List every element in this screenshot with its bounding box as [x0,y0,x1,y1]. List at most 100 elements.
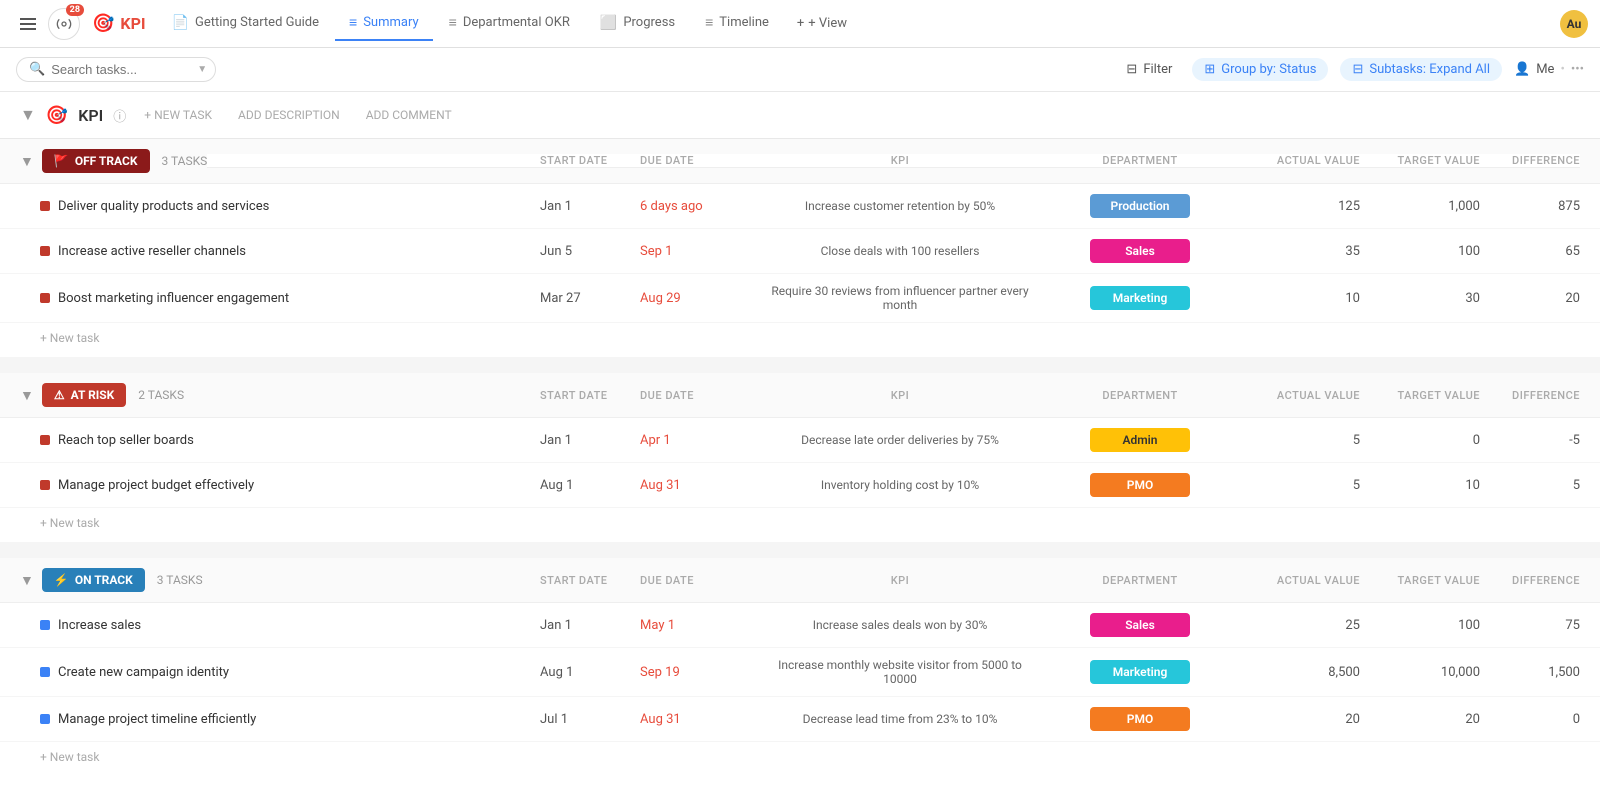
doc-icon: 📄 [172,15,189,31]
task-kpi: Increase customer retention by 50% [760,199,1040,213]
table-row: Manage project budget effectively Aug 1 … [0,463,1600,508]
task-actual-value: 10 [1240,291,1360,306]
nav-tabs: 📄 Getting Started Guide ≡ Summary ≡ Depa… [158,6,1556,41]
task-actual-value: 25 [1240,618,1360,633]
task-name[interactable]: Increase sales [40,618,540,633]
group-by-button[interactable]: ⊞ Group by: Status [1192,58,1328,81]
dept-badge[interactable]: Sales [1090,239,1190,263]
task-target-value: 20 [1360,712,1480,727]
task-dot-icon [40,480,50,490]
task-name[interactable]: Reach top seller boards [40,433,540,448]
filter-button[interactable]: ⊟ Filter [1118,58,1180,81]
difference-header3: DIFFERENCE [1480,574,1580,587]
target-icon: 🎯 [92,13,114,34]
dept-badge[interactable]: Sales [1090,613,1190,637]
task-department: PMO [1040,707,1240,731]
tab-progress[interactable]: ⬜ Progress [586,7,689,41]
section-at-risk: ▼ ⚠ AT RISK 2 TASKS START DATE DUE DATE … [0,373,1600,538]
task-start-date: Jan 1 [540,199,640,214]
info-icon[interactable]: ⓘ [113,106,126,125]
app-title: KPI [120,14,145,33]
task-kpi: Inventory holding cost by 10% [760,478,1040,492]
target-value-header: TARGET VALUE [1360,154,1480,167]
dept-badge[interactable]: PMO [1090,707,1190,731]
on-track-badge[interactable]: ⚡ ON TRACK [42,568,145,592]
lightning-icon: ⚡ [54,573,69,587]
tab-departmental-okr-label: Departmental OKR [463,15,570,30]
task-difference: 0 [1480,712,1580,727]
add-description-button[interactable]: ADD DESCRIPTION [230,104,348,126]
add-view-label: + View [808,16,847,31]
kpi-header3: KPI [760,574,1040,587]
task-name[interactable]: Deliver quality products and services [40,199,540,214]
task-start-date: Jun 5 [540,244,640,259]
dept-badge[interactable]: Admin [1090,428,1190,452]
task-actual-value: 5 [1240,433,1360,448]
task-difference: 75 [1480,618,1580,633]
project-collapse-button[interactable]: ▼ [20,105,36,125]
task-actual-value: 5 [1240,478,1360,493]
due-date-header3: DUE DATE [640,574,760,587]
task-difference: 1,500 [1480,665,1580,680]
tab-departmental-okr[interactable]: ≡ Departmental OKR [435,6,584,41]
task-difference: -5 [1480,433,1580,448]
task-target-value: 0 [1360,433,1480,448]
dept-badge[interactable]: PMO [1090,473,1190,497]
difference-header2: DIFFERENCE [1480,389,1580,402]
search-input[interactable] [51,62,191,77]
task-difference: 65 [1480,244,1580,259]
target-value-header3: TARGET VALUE [1360,574,1480,587]
department-header: DEPARTMENT [1040,154,1240,167]
warning-icon: ⚠ [54,388,65,402]
task-dot-icon [40,714,50,724]
add-view-button[interactable]: + + View [785,8,859,39]
off-track-label: OFF TRACK [75,154,138,168]
add-comment-button[interactable]: ADD COMMENT [358,104,460,126]
dept-badge[interactable]: Marketing [1090,660,1190,684]
notification-badge[interactable]: 28 [48,8,80,40]
task-name[interactable]: Boost marketing influencer engagement [40,291,540,306]
new-task-row[interactable]: + New task [0,508,1600,538]
on-track-collapse[interactable]: ▼ [20,572,34,589]
at-risk-badge[interactable]: ⚠ AT RISK [42,383,126,407]
new-task-row[interactable]: + New task [0,742,1600,772]
dept-badge[interactable]: Marketing [1090,286,1190,310]
tab-getting-started[interactable]: 📄 Getting Started Guide [158,7,333,41]
section-divider [0,357,1600,373]
task-name[interactable]: Manage project timeline efficiently [40,712,540,727]
task-due-date: Sep 19 [640,665,760,680]
subtasks-button[interactable]: ⊟ Subtasks: Expand All [1340,58,1502,81]
task-name[interactable]: Manage project budget effectively [40,478,540,493]
task-start-date: Jul 1 [540,712,640,727]
task-start-date: Aug 1 [540,665,640,680]
project-logo-icon: 🎯 [46,105,68,126]
task-due-date: 6 days ago [640,199,760,214]
task-name[interactable]: Increase active reseller channels [40,244,540,259]
kpi-header2: KPI [760,389,1040,402]
off-track-collapse[interactable]: ▼ [20,153,34,170]
kpi-header: KPI [760,154,1040,167]
table-row: Boost marketing influencer engagement Ma… [0,274,1600,323]
hamburger-menu[interactable] [12,10,44,38]
avatar[interactable]: Au [1560,10,1588,38]
dept-badge[interactable]: Production [1090,194,1190,218]
task-target-value: 1,000 [1360,199,1480,214]
on-track-task-count: 3 TASKS [157,573,203,587]
me-button[interactable]: 👤 Me • ••• [1514,62,1584,77]
tab-timeline[interactable]: ≡ Timeline [691,6,783,41]
task-target-value: 100 [1360,244,1480,259]
at-risk-task-count: 2 TASKS [138,388,184,402]
task-target-value: 10,000 [1360,665,1480,680]
task-name[interactable]: Create new campaign identity [40,665,540,680]
nav-right: Au [1560,10,1588,38]
task-kpi: Increase sales deals won by 30% [760,618,1040,632]
timeline-icon: ≡ [705,14,713,31]
table-row: Create new campaign identity Aug 1 Sep 1… [0,648,1600,697]
off-track-badge[interactable]: 🚩 OFF TRACK [42,149,150,173]
search-input-wrap[interactable]: 🔍 ▼ [16,57,216,82]
list-icon: ≡ [349,14,357,31]
new-task-row[interactable]: + New task [0,323,1600,353]
tab-summary[interactable]: ≡ Summary [335,6,433,41]
at-risk-collapse[interactable]: ▼ [20,387,34,404]
new-task-button[interactable]: + NEW TASK [136,104,220,126]
